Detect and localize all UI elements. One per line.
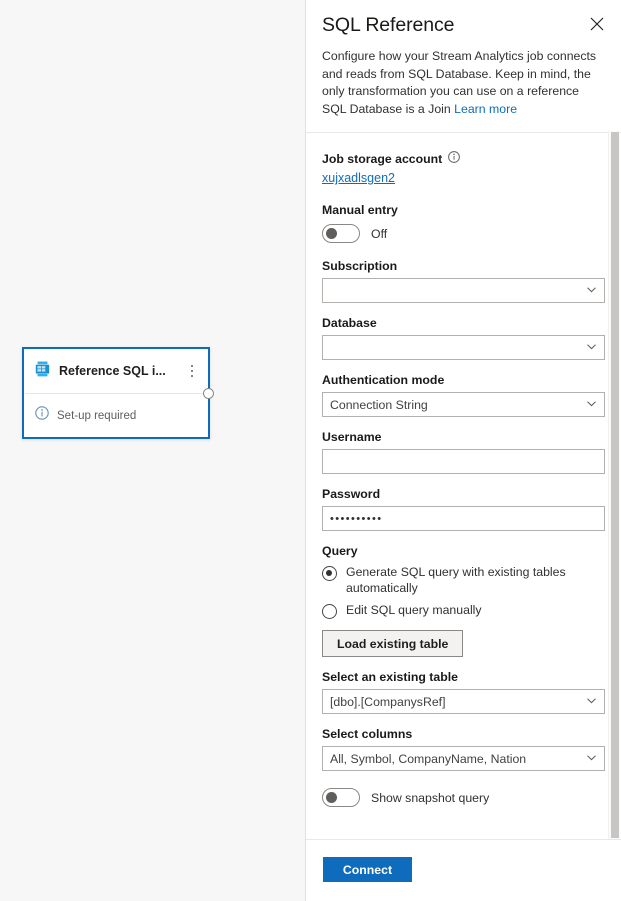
toggle-knob <box>326 228 337 239</box>
snapshot-query-group: Show snapshot query <box>322 788 605 807</box>
password-value: •••••••••• <box>330 513 383 525</box>
query-option-generate[interactable]: Generate SQL query with existing tables … <box>322 565 605 596</box>
existing-table-select[interactable]: [dbo].[CompanysRef] <box>322 689 605 714</box>
load-existing-table-button[interactable]: Load existing table <box>322 630 463 657</box>
password-input[interactable]: •••••••••• <box>322 506 605 531</box>
select-columns-value: All, Symbol, CompanyName, Nation <box>330 752 586 766</box>
node-card-reference-sql[interactable]: Reference SQL i... Set-up required <box>22 347 210 439</box>
query-option-generate-label: Generate SQL query with existing tables … <box>346 565 605 596</box>
select-columns-label: Select columns <box>322 727 605 741</box>
panel-description: Configure how your Stream Analytics job … <box>306 37 621 118</box>
manual-entry-toggle-row: Off <box>322 224 605 243</box>
auth-mode-select[interactable]: Connection String <box>322 392 605 417</box>
connect-button[interactable]: Connect <box>323 857 412 882</box>
chevron-down-icon <box>586 284 597 298</box>
auth-mode-value: Connection String <box>330 398 586 412</box>
database-label: Database <box>322 316 605 330</box>
auth-mode-label: Authentication mode <box>322 373 605 387</box>
existing-table-value: [dbo].[CompanysRef] <box>330 695 586 709</box>
job-storage-account-group: Job storage account xujxadlsgen2 <box>322 150 605 187</box>
database-group: Database <box>322 316 605 360</box>
sql-reference-panel: SQL Reference Configure how your Stream … <box>305 0 621 901</box>
chevron-down-icon <box>586 695 597 709</box>
kebab-menu-icon[interactable] <box>185 362 199 380</box>
learn-more-link[interactable]: Learn more <box>454 102 517 116</box>
manual-entry-label: Manual entry <box>322 203 605 217</box>
subscription-select[interactable] <box>322 278 605 303</box>
job-diagram-canvas[interactable]: Reference SQL i... Set-up required <box>0 0 305 901</box>
radio-generate-icon <box>322 566 337 581</box>
username-group: Username <box>322 430 605 474</box>
job-storage-account-link[interactable]: xujxadlsgen2 <box>322 171 395 185</box>
query-option-manual-label: Edit SQL query manually <box>346 603 482 619</box>
query-group: Query Generate SQL query with existing t… <box>322 544 605 657</box>
panel-title: SQL Reference <box>322 14 605 37</box>
panel-footer: Connect <box>306 839 621 901</box>
query-option-manual[interactable]: Edit SQL query manually <box>322 603 605 619</box>
select-columns-select[interactable]: All, Symbol, CompanyName, Nation <box>322 746 605 771</box>
subscription-group: Subscription <box>322 259 605 303</box>
node-card-title: Reference SQL i... <box>59 364 185 378</box>
query-label: Query <box>322 544 605 558</box>
panel-form-scroll-area: Job storage account xujxadlsgen2 Manual … <box>306 131 621 839</box>
job-storage-account-label-row: Job storage account <box>322 150 605 168</box>
username-label: Username <box>322 430 605 444</box>
manual-entry-toggle[interactable] <box>322 224 360 243</box>
subscription-label: Subscription <box>322 259 605 273</box>
info-icon[interactable] <box>448 150 460 168</box>
chevron-down-icon <box>586 341 597 355</box>
password-group: Password •••••••••• <box>322 487 605 531</box>
snapshot-query-toggle[interactable] <box>322 788 360 807</box>
username-input[interactable] <box>322 449 605 474</box>
node-card-status-row: Set-up required <box>24 394 208 437</box>
existing-table-label: Select an existing table <box>322 670 605 684</box>
manual-entry-group: Manual entry Off <box>322 203 605 243</box>
close-icon[interactable] <box>583 10 611 38</box>
select-columns-group: Select columns All, Symbol, CompanyName,… <box>322 727 605 771</box>
panel-header: SQL Reference <box>306 0 621 37</box>
chevron-down-icon <box>586 752 597 766</box>
chevron-down-icon <box>586 398 597 412</box>
database-select[interactable] <box>322 335 605 360</box>
node-output-connector[interactable] <box>203 388 214 399</box>
snapshot-query-label: Show snapshot query <box>371 791 489 805</box>
sql-database-icon <box>35 361 50 382</box>
auth-mode-group: Authentication mode Connection String <box>322 373 605 417</box>
job-storage-account-label: Job storage account <box>322 152 442 166</box>
manual-entry-state: Off <box>371 227 387 241</box>
existing-table-group: Select an existing table [dbo].[Companys… <box>322 670 605 714</box>
node-card-header: Reference SQL i... <box>24 349 208 393</box>
password-label: Password <box>322 487 605 501</box>
node-card-status-text: Set-up required <box>57 410 136 422</box>
radio-manual-icon <box>322 604 337 619</box>
toggle-knob <box>326 792 337 803</box>
info-icon <box>35 406 49 425</box>
